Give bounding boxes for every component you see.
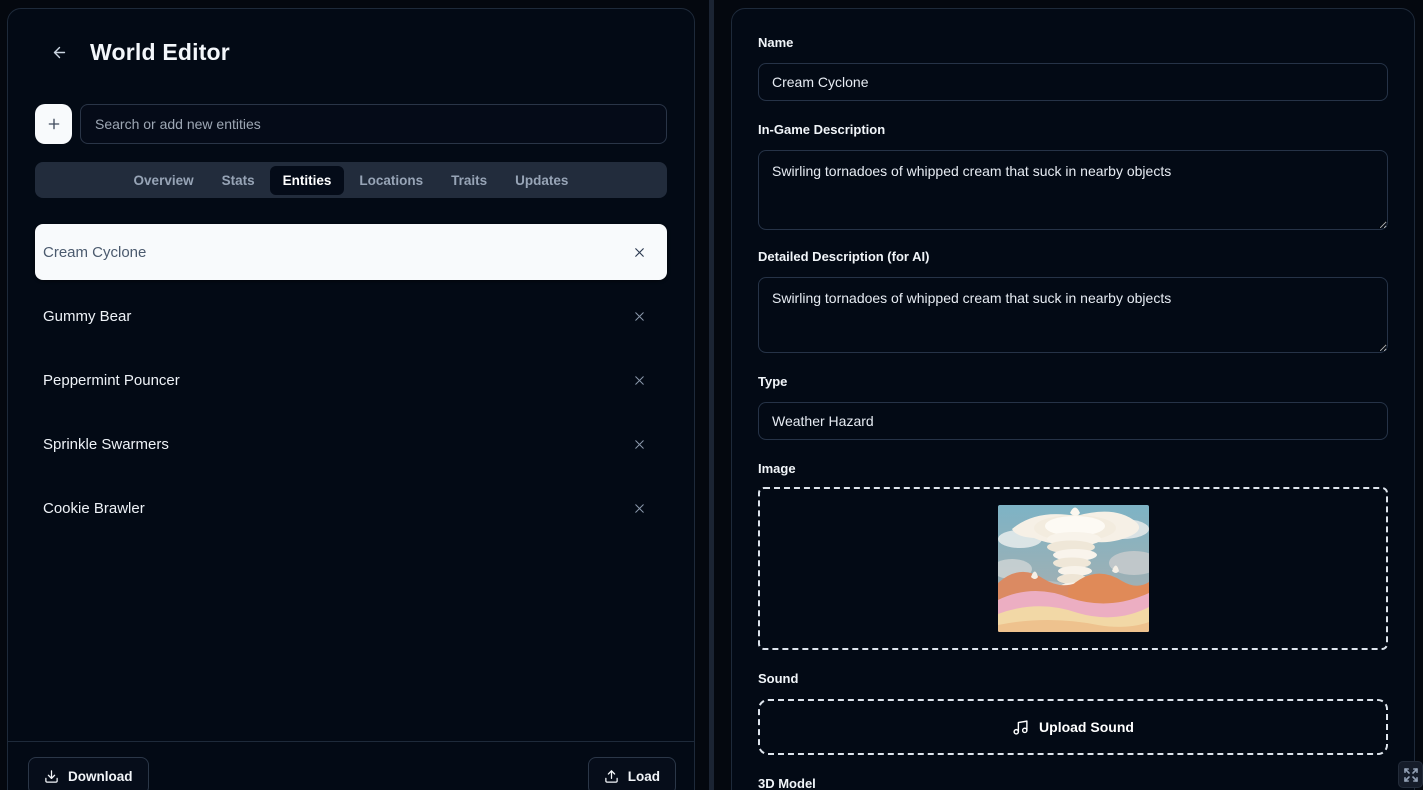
entity-name: Sprinkle Swarmers <box>43 436 627 453</box>
ingame-description-textarea[interactable]: Swirling tornadoes of whipped cream that… <box>758 150 1388 230</box>
image-label: Image <box>758 462 1388 476</box>
upload-sound-button[interactable]: Upload Sound <box>758 699 1388 755</box>
type-input[interactable] <box>758 402 1388 440</box>
upload-sound-label: Upload Sound <box>1039 719 1134 735</box>
entity-item-peppermint-pouncer[interactable]: Peppermint Pouncer <box>35 352 667 408</box>
panel-scrollbar[interactable] <box>709 0 714 790</box>
ingame-description-group: In-Game Description Swirling tornadoes o… <box>758 123 1388 230</box>
back-button[interactable] <box>46 40 72 66</box>
tab-overview[interactable]: Overview <box>121 166 207 195</box>
sound-field-group: Sound Upload Sound <box>758 672 1388 755</box>
load-label: Load <box>628 769 660 784</box>
entity-item-sprinkle-swarmers[interactable]: Sprinkle Swarmers <box>35 416 667 472</box>
type-field-group: Type <box>758 375 1388 440</box>
remove-entity-button[interactable] <box>627 496 651 520</box>
arrow-left-icon <box>51 44 68 61</box>
detailed-description-textarea[interactable]: Swirling tornadoes of whipped cream that… <box>758 277 1388 353</box>
model-label: 3D Model <box>758 777 1388 790</box>
sound-label: Sound <box>758 672 1388 686</box>
add-entity-button[interactable] <box>35 104 72 144</box>
ingame-description-label: In-Game Description <box>758 123 1388 137</box>
close-icon <box>632 245 647 260</box>
entity-item-cream-cyclone[interactable]: Cream Cyclone <box>35 224 667 280</box>
remove-entity-button[interactable] <box>627 432 651 456</box>
remove-entity-button[interactable] <box>627 368 651 392</box>
name-label: Name <box>758 36 1388 50</box>
entity-name: Cream Cyclone <box>43 244 627 261</box>
page-title: World Editor <box>90 39 230 66</box>
panel-footer: Download Load <box>8 741 694 790</box>
entity-detail-panel: Name In-Game Description Swirling tornad… <box>731 8 1415 790</box>
detailed-description-label: Detailed Description (for AI) <box>758 250 1388 264</box>
expand-icon <box>1403 767 1419 783</box>
section-tabbar: Overview Stats Entities Locations Traits… <box>35 162 667 198</box>
plus-icon <box>46 116 62 132</box>
entity-name: Peppermint Pouncer <box>43 372 627 389</box>
name-input[interactable] <box>758 63 1388 101</box>
tab-updates[interactable]: Updates <box>502 166 581 195</box>
download-icon <box>44 769 59 784</box>
close-icon <box>632 437 647 452</box>
tab-traits[interactable]: Traits <box>438 166 500 195</box>
download-label: Download <box>68 769 133 784</box>
type-label: Type <box>758 375 1388 389</box>
close-icon <box>632 501 647 516</box>
entity-search-input[interactable] <box>80 104 667 144</box>
remove-entity-button[interactable] <box>627 304 651 328</box>
fullscreen-button[interactable] <box>1398 761 1423 788</box>
tab-locations[interactable]: Locations <box>346 166 436 195</box>
image-dropzone[interactable] <box>758 487 1388 650</box>
detailed-description-group: Detailed Description (for AI) Swirling t… <box>758 250 1388 353</box>
entity-item-cookie-brawler[interactable]: Cookie Brawler <box>35 480 667 536</box>
entity-name: Cookie Brawler <box>43 500 627 517</box>
load-button[interactable]: Load <box>588 757 676 790</box>
entity-image <box>998 505 1149 632</box>
remove-entity-button[interactable] <box>627 240 651 264</box>
tab-stats[interactable]: Stats <box>209 166 268 195</box>
entity-item-gummy-bear[interactable]: Gummy Bear <box>35 288 667 344</box>
tab-entities[interactable]: Entities <box>270 166 345 195</box>
close-icon <box>632 309 647 324</box>
close-icon <box>632 373 647 388</box>
panel-header: World Editor <box>46 39 667 66</box>
upload-icon <box>604 769 619 784</box>
entity-list: Cream Cyclone Gummy Bear Peppermint Poun… <box>35 224 667 536</box>
name-field-group: Name <box>758 36 1388 101</box>
download-button[interactable]: Download <box>28 757 149 790</box>
image-field-group: Image <box>758 462 1388 650</box>
music-note-icon <box>1012 719 1029 736</box>
entity-name: Gummy Bear <box>43 308 627 325</box>
world-editor-panel: World Editor Overview Stats Entities Loc… <box>7 8 695 790</box>
entity-search-row <box>35 104 667 144</box>
